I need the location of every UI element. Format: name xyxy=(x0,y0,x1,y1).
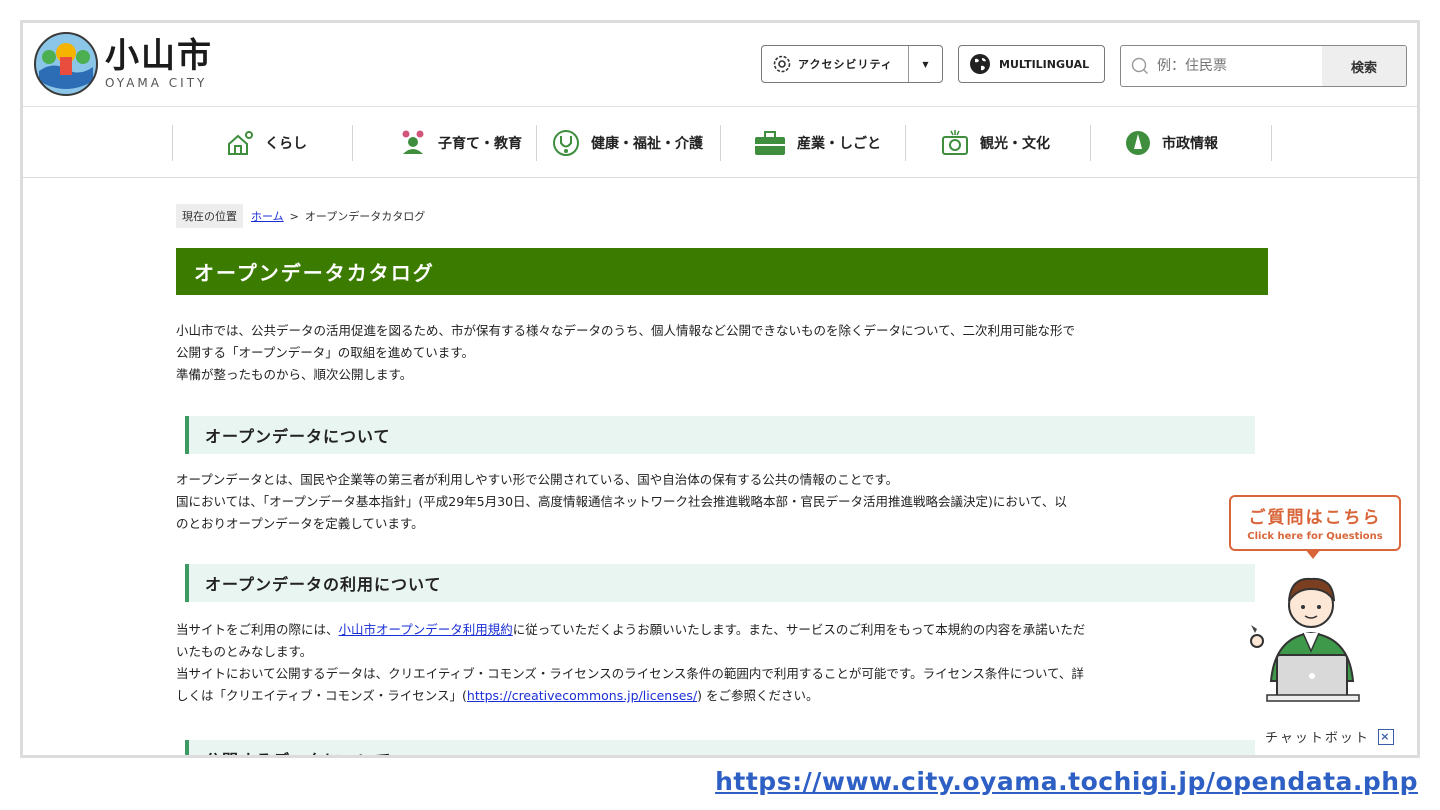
site-search: 検索 xyxy=(1120,45,1407,87)
briefcase-icon xyxy=(755,131,785,155)
section-about-body: オープンデータとは、国民や企業等の第三者が利用しやすい形で公開されている、国や自… xyxy=(176,469,1266,535)
search-icon xyxy=(1131,57,1148,74)
nav-divider xyxy=(905,125,906,161)
breadcrumb-current: オープンデータカタログ xyxy=(304,210,426,223)
logo-roman: OYAMA CITY xyxy=(105,76,208,90)
breadcrumb-home-link[interactable]: ホーム xyxy=(251,208,284,224)
intro-text: 小山市では、公共データの活用促進を図るため、市が保有する様々なデータのうち、個人… xyxy=(176,320,1276,386)
nav-label: 子育て・教育 xyxy=(438,136,522,152)
section-heading-usage: オープンデータの利用について xyxy=(185,564,1255,602)
chatbot-bubble-en: Click here for Questions xyxy=(1247,531,1383,542)
multilingual-label: MULTILINGUAL xyxy=(999,57,1090,71)
paragraph-line: いたものとみなします。 xyxy=(176,644,313,659)
global-nav: くらし 子育て・教育 健康・福祉・介護 産業・しごと 観光・文化 市政情報 xyxy=(23,107,1417,178)
chatbot-label-row: チャットボット × xyxy=(1265,727,1394,746)
nav-item-sangyo[interactable]: 産業・しごと xyxy=(753,121,881,165)
accessibility-dropdown-toggle[interactable]: ▼ xyxy=(908,46,942,82)
camera-icon xyxy=(942,130,968,155)
logo-kanji: 小山市 xyxy=(105,36,213,76)
nav-item-kurashi[interactable]: くらし xyxy=(225,121,307,165)
multilingual-button[interactable]: MULTILINGUAL xyxy=(958,45,1105,83)
nav-divider xyxy=(720,125,721,161)
accessibility-menu: アクセシビリティ ▼ xyxy=(761,45,943,83)
chatbot-widget[interactable]: ご質問はこちら Click here for Questions チャットボット… xyxy=(1225,495,1401,755)
paragraph-line: 国においては、「オープンデータ基本指針」(平成29年5月30日、高度情報通信ネッ… xyxy=(176,494,1067,509)
chatbot-bubble-tail xyxy=(1305,549,1321,559)
accessibility-label: アクセシビリティ xyxy=(798,58,893,71)
paragraph-line: 当サイトをご利用の際には、小山市オープンデータ利用規約に従っていただくようお願い… xyxy=(176,619,1266,641)
nav-item-kosodate[interactable]: 子育て・教育 xyxy=(398,121,522,165)
page-title: オープンデータカタログ xyxy=(176,248,1268,295)
section-heading-published-data: 公開するデータについて xyxy=(185,740,1255,755)
site-header: 小山市 OYAMA CITY アクセシビリティ ▼ MULTILINGUAL 例… xyxy=(23,23,1417,107)
site-logo[interactable]: 小山市 OYAMA CITY xyxy=(33,31,213,97)
intro-line: 公開する「オープンデータ」の取組を進めています。 xyxy=(176,345,475,360)
nav-divider xyxy=(1271,125,1272,161)
paragraph-line: オープンデータとは、国民や企業等の第三者が利用しやすい形で公開されている、国や自… xyxy=(176,472,899,487)
browser-viewport: 小山市 OYAMA CITY アクセシビリティ ▼ MULTILINGUAL 例… xyxy=(20,20,1420,758)
stethoscope-icon xyxy=(553,130,579,156)
breadcrumb-separator: > xyxy=(289,209,299,223)
paragraph-line: しくは「クリエイティブ・コモンズ・ライセンス」(https://creative… xyxy=(176,685,1266,707)
nav-divider xyxy=(352,125,353,161)
nav-item-shisei[interactable]: 市政情報 xyxy=(1124,121,1218,165)
text-span: しくは「クリエイティブ・コモンズ・ライセンス」( xyxy=(176,688,467,703)
city-emblem-icon xyxy=(34,32,98,96)
source-url[interactable]: https://www.city.oyama.tochigi.jp/openda… xyxy=(715,767,1418,796)
caret-down-icon: ▼ xyxy=(922,59,929,69)
text-span: ) をご参照ください。 xyxy=(697,688,819,703)
nav-item-kenko[interactable]: 健康・福祉・介護 xyxy=(551,121,703,165)
creative-commons-link[interactable]: https://creativecommons.jp/licenses/ xyxy=(467,688,697,703)
chatbot-bubble-jp: ご質問はこちら xyxy=(1248,508,1382,528)
search-button[interactable]: 検索 xyxy=(1322,46,1406,86)
section-usage-body: 当サイトをご利用の際には、小山市オープンデータ利用規約に従っていただくようお願い… xyxy=(176,619,1266,707)
search-field-wrap xyxy=(1121,46,1322,86)
gear-icon xyxy=(773,55,791,73)
globe-icon xyxy=(970,54,990,74)
paragraph-line: 当サイトにおいて公開するデータは、クリエイティブ・コモンズ・ライセンスのライセン… xyxy=(176,666,1084,681)
breadcrumb: 現在の位置 ホーム > オープンデータカタログ xyxy=(176,204,425,228)
close-icon[interactable]: × xyxy=(1377,728,1394,745)
city-emblem-icon xyxy=(1126,131,1150,155)
paragraph-line: のとおりオープンデータを定義しています。 xyxy=(176,516,424,531)
nav-divider xyxy=(172,125,173,161)
nav-item-kanko[interactable]: 観光・文化 xyxy=(940,121,1050,165)
section-heading-about: オープンデータについて xyxy=(185,416,1255,454)
text-span: 当サイトをご利用の際には、 xyxy=(176,622,339,637)
chatbot-label: チャットボット xyxy=(1265,731,1370,746)
nav-label: 市政情報 xyxy=(1162,136,1218,152)
nav-label: くらし xyxy=(265,136,307,152)
chatbot-bubble[interactable]: ご質問はこちら Click here for Questions xyxy=(1229,495,1401,551)
nav-divider xyxy=(536,125,537,161)
nav-label: 産業・しごと xyxy=(797,136,881,152)
operator-avatar-icon xyxy=(1250,577,1360,702)
house-icon xyxy=(228,131,253,155)
search-input[interactable] xyxy=(1157,58,1277,74)
intro-line: 小山市では、公共データの活用促進を図るため、市が保有する様々なデータのうち、個人… xyxy=(176,323,1076,338)
terms-of-use-link[interactable]: 小山市オープンデータ利用規約 xyxy=(339,622,513,637)
nav-label: 健康・福祉・介護 xyxy=(591,136,703,152)
accessibility-button[interactable]: アクセシビリティ xyxy=(762,46,908,82)
intro-line: 準備が整ったものから、順次公開します。 xyxy=(176,367,413,382)
nav-label: 観光・文化 xyxy=(980,136,1050,152)
family-icon xyxy=(402,130,424,154)
text-span: に従っていただくようお願いいたします。また、サービスのご利用をもって本規約の内容… xyxy=(512,622,1086,637)
breadcrumb-label: 現在の位置 xyxy=(176,204,243,228)
nav-divider xyxy=(1090,125,1091,161)
